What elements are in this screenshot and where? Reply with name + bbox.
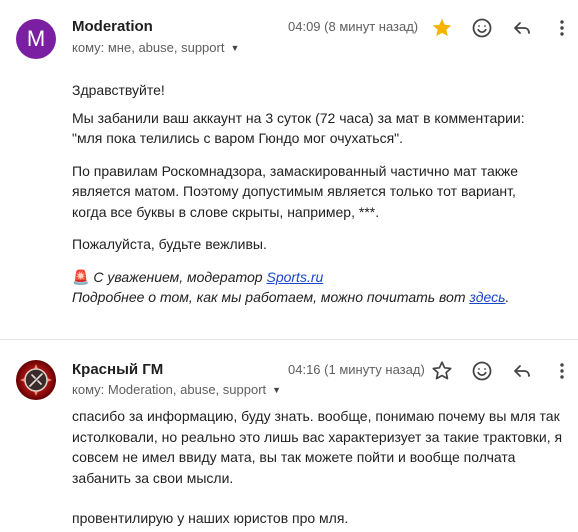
emoji-icon [472, 18, 492, 38]
greeting-text: Здравствуйте! [72, 82, 165, 98]
reply-button[interactable] [510, 16, 534, 40]
recipients-dropdown[interactable]: кому: мне, abuse, support ▼ [72, 40, 239, 55]
message-body: Здравствуйте! Мы забанили ваш аккаунт на… [72, 80, 552, 308]
star-icon [432, 18, 452, 37]
avatar-letter: M [26, 26, 46, 51]
body-paragraph: Мы забанили ваш аккаунт на 3 суток (72 ч… [72, 109, 525, 147]
body-paragraph: Пожалуйста, будьте вежливы. [72, 236, 267, 252]
emoji-icon [472, 361, 492, 381]
timestamp: 04:09 (8 минут назад) [288, 19, 419, 34]
more-vert-icon [560, 363, 564, 379]
more-vert-icon [560, 20, 564, 36]
star-button[interactable] [430, 359, 454, 383]
emoji-reaction-button[interactable] [470, 16, 494, 40]
siren-icon: 🚨 [72, 268, 90, 285]
chevron-down-icon: ▼ [272, 385, 282, 395]
sender-name[interactable]: Красный ГМ [72, 361, 163, 378]
avatar-emblem-icon [20, 364, 52, 396]
here-link[interactable]: здесь [469, 289, 505, 305]
star-button[interactable] [430, 16, 454, 40]
body-paragraph: спасибо за информацию, буду знать. вообщ… [72, 408, 563, 486]
signature: 🚨 С уважением, модератор Sports.ru [72, 267, 552, 288]
period-text: . [505, 289, 510, 305]
body-paragraph: По правилам Роскомнадзора, замаскированн… [72, 162, 519, 220]
recipients-dropdown[interactable]: кому: Moderation, abuse, support ▼ [72, 382, 281, 397]
star-icon [432, 361, 452, 380]
recipients-text: кому: мне, abuse, support [72, 40, 225, 55]
reply-icon [514, 22, 530, 34]
more-options-button[interactable] [550, 16, 574, 40]
timestamp: 04:16 (1 минуту назад) [288, 362, 425, 377]
more-info-text: Подробнее о том, как мы работаем, можно … [72, 289, 466, 305]
sender-name[interactable]: Moderation [72, 18, 153, 35]
message-body: спасибо за информацию, буду знать. вообщ… [72, 406, 564, 529]
chevron-down-icon: ▼ [230, 43, 240, 53]
more-info-line: Подробнее о том, как мы работаем, можно … [72, 287, 552, 308]
avatar[interactable]: M [16, 19, 56, 59]
reply-icon [514, 365, 530, 377]
signature-text: С уважением, модератор [93, 268, 263, 285]
more-options-button[interactable] [550, 359, 574, 383]
body-paragraph: провентилирую у наших юристов про мля. [72, 510, 349, 526]
message-divider [0, 339, 578, 340]
emoji-reaction-button[interactable] [470, 359, 494, 383]
recipients-text: кому: Moderation, abuse, support [72, 382, 267, 397]
avatar[interactable] [16, 360, 56, 400]
reply-button[interactable] [510, 359, 534, 383]
sports-ru-link[interactable]: Sports.ru [266, 269, 323, 285]
